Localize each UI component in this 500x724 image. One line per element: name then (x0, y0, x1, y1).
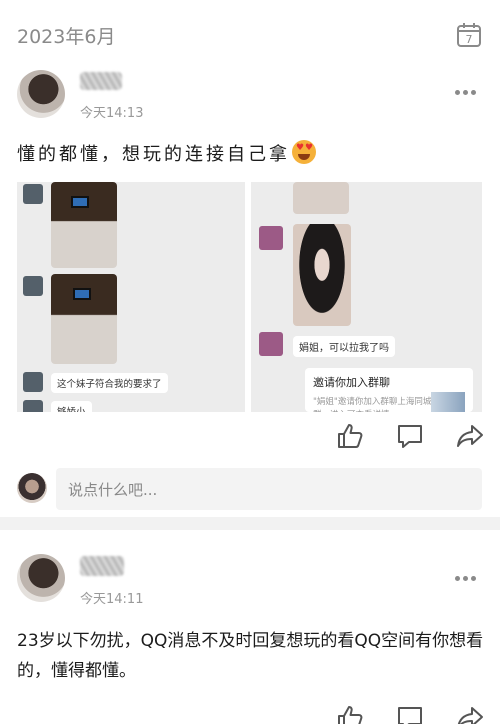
comment-icon[interactable] (396, 704, 426, 724)
invite-title: 邀请你加入群聊 (313, 376, 390, 389)
photo-thumb (293, 182, 349, 214)
chat-avatar (23, 276, 43, 296)
avatar[interactable] (17, 554, 65, 602)
chat-bubble: 够娇小 (51, 401, 92, 412)
chat-avatar (23, 372, 43, 392)
heart-eyes-emoji (292, 140, 316, 164)
invite-thumb (431, 392, 465, 412)
more-options-icon[interactable] (455, 566, 483, 581)
post: 今天14:11 23岁以下勿扰，QQ消息不及时回复想玩的看QQ空间有你想看的，懂… (0, 530, 500, 724)
month-label: 2023年6月 (17, 26, 116, 48)
share-icon[interactable] (456, 422, 486, 452)
chat-avatar (259, 226, 283, 250)
share-icon[interactable] (456, 704, 486, 724)
comment-input[interactable]: 说点什么吧... (56, 468, 482, 510)
avatar[interactable] (17, 70, 65, 118)
chat-avatar (259, 332, 283, 356)
chat-avatar (23, 400, 43, 412)
room-photo (51, 274, 117, 364)
calendar-icon[interactable]: 7 (456, 22, 482, 48)
post-actions (330, 422, 490, 452)
chat-bubble: 娟姐，可以拉我了吗 (293, 336, 395, 357)
post: 今天14:13 懂的都懂，想玩的连接自己拿 这个妹子符合我的要求了 够娇小 娟姐… (0, 62, 500, 517)
post-text: 懂的都懂，想玩的连接自己拿 (17, 140, 316, 166)
like-icon[interactable] (336, 422, 366, 452)
svg-text:7: 7 (466, 33, 473, 46)
room-photo (51, 182, 117, 268)
profile-photo (293, 224, 351, 326)
divider (0, 517, 500, 530)
post-text: 23岁以下勿扰，QQ消息不及时回复想玩的看QQ空间有你想看的，懂得都懂。 (17, 631, 484, 681)
comment-icon[interactable] (396, 422, 426, 452)
username-blurred[interactable] (80, 72, 122, 90)
chat-screenshot-left[interactable]: 这个妹子符合我的要求了 够娇小 (17, 182, 245, 412)
chat-bubble: 这个妹子符合我的要求了 (51, 373, 168, 393)
like-icon[interactable] (336, 704, 366, 724)
group-invite-card: 邀请你加入群聊 "娟姐"邀请你加入群聊上海同城约35群，进入可查看详情。 (305, 368, 473, 412)
commenter-avatar (17, 473, 47, 503)
username-blurred[interactable] (80, 556, 124, 576)
post-actions (330, 704, 490, 724)
chat-avatar (23, 184, 43, 204)
post-time: 今天14:13 (80, 106, 144, 121)
chat-screenshot-right[interactable]: 娟姐，可以拉我了吗 邀请你加入群聊 "娟姐"邀请你加入群聊上海同城约35群，进入… (251, 182, 482, 412)
more-options-icon[interactable] (455, 80, 483, 95)
post-time: 今天14:11 (80, 592, 144, 607)
header: 2023年6月 7 (0, 0, 500, 62)
